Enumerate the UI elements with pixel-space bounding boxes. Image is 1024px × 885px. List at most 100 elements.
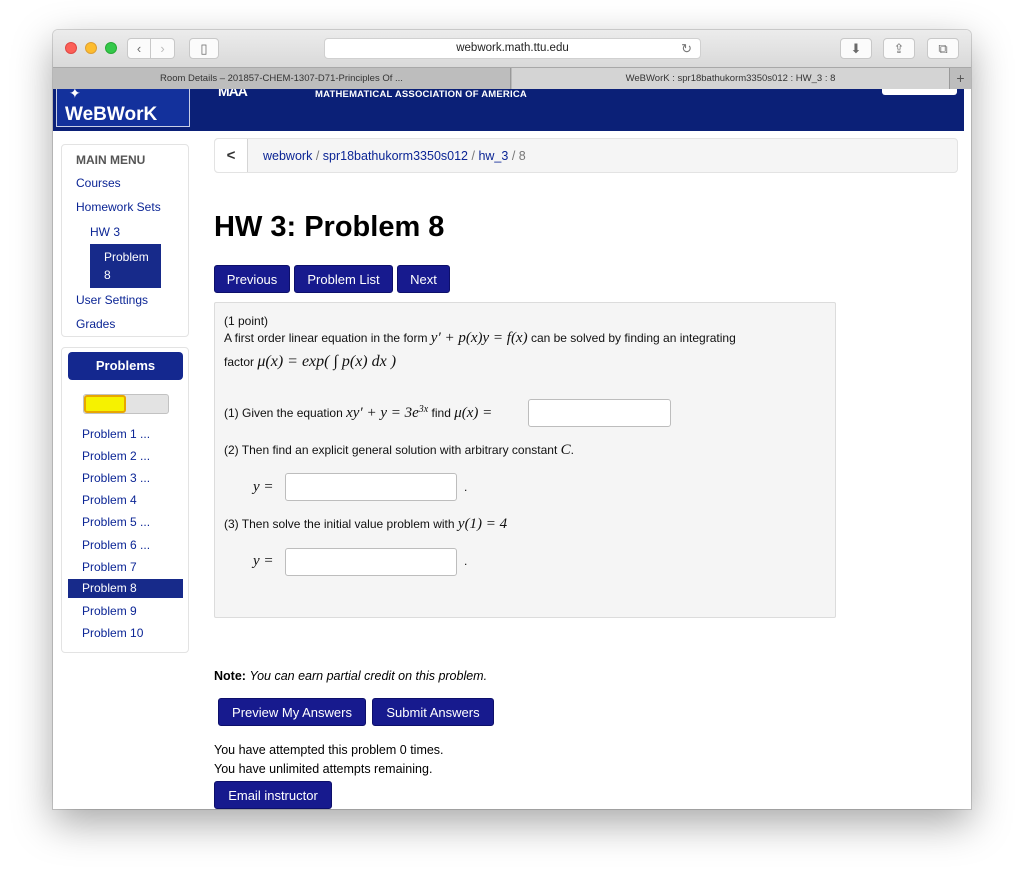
menu-item-problem-8[interactable]: Problem 8	[90, 244, 161, 288]
q1-find: find	[431, 406, 451, 420]
breadcrumb-back-button[interactable]: <	[215, 139, 248, 172]
problems-button[interactable]: Problems	[68, 352, 183, 380]
forward-button[interactable]: ›	[151, 38, 175, 59]
downloads-button[interactable]: ⬇	[840, 38, 872, 59]
main-menu-title: MAIN MENU	[76, 153, 146, 167]
address-bar[interactable]: webwork.math.ttu.edu ↻	[324, 38, 701, 59]
logo-text: WeBWorK	[65, 104, 158, 125]
menu-item-courses[interactable]: Courses	[76, 176, 121, 190]
breadcrumb-current: 8	[518, 149, 526, 163]
submit-answers-button[interactable]: Submit Answers	[372, 698, 494, 726]
question-2: (2) Then find an explicit general soluti…	[224, 442, 574, 458]
problem-link-7[interactable]: Problem 7	[82, 560, 137, 574]
minimize-window-button[interactable]	[85, 42, 97, 54]
q3-equation: y(1) = 4	[457, 516, 508, 532]
tab-webwork[interactable]: WeBWorK : spr18bathukorm3350s012 : HW_3 …	[512, 68, 949, 89]
answer-input-general-solution[interactable]	[285, 473, 457, 501]
y-label-1: y =	[253, 479, 274, 496]
email-instructor-button[interactable]: Email instructor	[214, 781, 332, 809]
problem-link-10[interactable]: Problem 10	[82, 626, 143, 640]
note-label: Note:	[214, 669, 246, 683]
menu-item-user-settings[interactable]: User Settings	[76, 293, 148, 307]
intro-text-end: can be solved by finding an integrating	[530, 331, 736, 345]
menu-item-hw3[interactable]: HW 3	[90, 225, 120, 239]
header-button[interactable]	[882, 89, 957, 95]
intro-equation: y′ + p(x)y = f(x)	[430, 330, 528, 346]
q1-equation: xy′ + y = 3e	[346, 405, 419, 421]
problem-link-9[interactable]: Problem 9	[82, 604, 137, 618]
problem-link-5[interactable]: Problem 5 ...	[82, 515, 150, 529]
tab-room-details[interactable]: Room Details – 201857-CHEM-1307-D71-Prin…	[53, 68, 511, 89]
main-menu: MAIN MENU Courses Homework Sets HW 3 Pro…	[61, 144, 189, 337]
menu-item-homework-sets[interactable]: Homework Sets	[76, 200, 161, 214]
q1-exponent: 3x	[418, 404, 429, 415]
breadcrumb-separator: /	[511, 149, 519, 163]
problem-intro: A first order linear equation in the for…	[224, 330, 736, 347]
period: .	[464, 554, 468, 568]
browser-window: ‹ › ▯ webwork.math.ttu.edu ↻ ⬇ ⇪ ⧉ Room …	[53, 30, 971, 809]
maximize-window-button[interactable]	[105, 42, 117, 54]
q1-mu: μ(x) =	[454, 405, 493, 421]
next-button[interactable]: Next	[397, 265, 450, 293]
problem-link-8[interactable]: Problem 8	[68, 579, 183, 598]
preview-answers-button[interactable]: Preview My Answers	[218, 698, 366, 726]
q3-text: (3) Then solve the initial value problem…	[224, 517, 455, 531]
breadcrumb-course[interactable]: spr18bathukorm3350s012	[323, 149, 468, 163]
y-equals: y =	[253, 553, 274, 569]
q1-text: (1) Given the equation	[224, 406, 343, 420]
question-1: (1) Given the equation xy′ + y = 3e3x fi…	[224, 404, 492, 422]
problem-link-2[interactable]: Problem 2 ...	[82, 449, 150, 463]
reload-icon[interactable]: ↻	[681, 39, 692, 58]
intro-text: A first order linear equation in the for…	[224, 331, 428, 345]
factor-label: factor	[224, 355, 255, 369]
browser-toolbar: ‹ › ▯ webwork.math.ttu.edu ↻ ⬇ ⇪ ⧉	[53, 30, 971, 67]
answer-input-ivp-solution[interactable]	[285, 548, 457, 576]
problem-list-button[interactable]: Problem List	[294, 265, 393, 293]
share-button[interactable]: ⇪	[883, 38, 915, 59]
question-3: (3) Then solve the initial value problem…	[224, 516, 507, 533]
sidebar-toggle-button[interactable]: ▯	[189, 38, 219, 59]
note-text: You can earn partial credit on this prob…	[249, 669, 488, 683]
chevron-left-icon: <	[226, 147, 236, 164]
breadcrumb-separator: /	[315, 149, 323, 163]
share-icon: ⇪	[893, 41, 905, 56]
back-button[interactable]: ‹	[127, 38, 151, 59]
maa-text: MATHEMATICAL ASSOCIATION OF AMERICA	[315, 89, 527, 100]
attempts-count: You have attempted this problem 0 times.	[214, 743, 444, 757]
problem-body: (1 point) A first order linear equation …	[214, 302, 836, 618]
plus-icon: +	[956, 70, 965, 86]
attempts-remaining: You have unlimited attempts remaining.	[214, 762, 433, 776]
sidebar-icon: ▯	[200, 41, 208, 56]
page-title: HW 3: Problem 8	[214, 211, 445, 243]
breadcrumb: < webwork / spr18bathukorm3350s012 / hw_…	[214, 138, 958, 173]
q2-constant: C	[560, 442, 571, 458]
tab-bar: Room Details – 201857-CHEM-1307-D71-Prin…	[53, 67, 971, 89]
factor-equation: μ(x) = exp( ∫ p(x) dx )	[257, 353, 397, 370]
menu-item-grades[interactable]: Grades	[76, 317, 115, 331]
breadcrumb-set[interactable]: hw_3	[478, 149, 508, 163]
y-label-2: y =	[253, 553, 274, 570]
new-tab-button[interactable]: +	[949, 68, 971, 89]
problem-points: (1 point)	[224, 314, 269, 328]
previous-button[interactable]: Previous	[214, 265, 290, 293]
breadcrumb-webwork[interactable]: webwork	[263, 149, 312, 163]
progress-bar	[83, 394, 169, 414]
chevron-left-icon: ‹	[136, 41, 142, 56]
answer-input-mu[interactable]	[528, 399, 671, 427]
close-window-button[interactable]	[65, 42, 77, 54]
download-icon: ⬇	[850, 41, 862, 56]
breadcrumb-trail: webwork / spr18bathukorm3350s012 / hw_3 …	[263, 149, 526, 163]
webwork-logo[interactable]: ✦ WeBWorK	[56, 89, 190, 127]
problems-panel: Problems Problem 1 ... Problem 2 ... Pro…	[61, 347, 189, 653]
tabs-icon: ⧉	[938, 41, 948, 56]
problem-link-3[interactable]: Problem 3 ...	[82, 471, 150, 485]
show-tabs-button[interactable]: ⧉	[927, 38, 959, 59]
problem-link-1[interactable]: Problem 1 ...	[82, 427, 150, 441]
site-header: ✦ WeBWorK MAA MATHEMATICAL ASSOCIATION O…	[53, 89, 964, 131]
problem-link-4[interactable]: Problem 4	[82, 493, 137, 507]
star-logo-icon: ✦	[69, 89, 81, 101]
problem-link-6[interactable]: Problem 6 ...	[82, 538, 150, 552]
url-text: webwork.math.ttu.edu	[456, 42, 569, 54]
page-content: ✦ WeBWorK MAA MATHEMATICAL ASSOCIATION O…	[53, 89, 971, 809]
period: .	[464, 480, 468, 494]
